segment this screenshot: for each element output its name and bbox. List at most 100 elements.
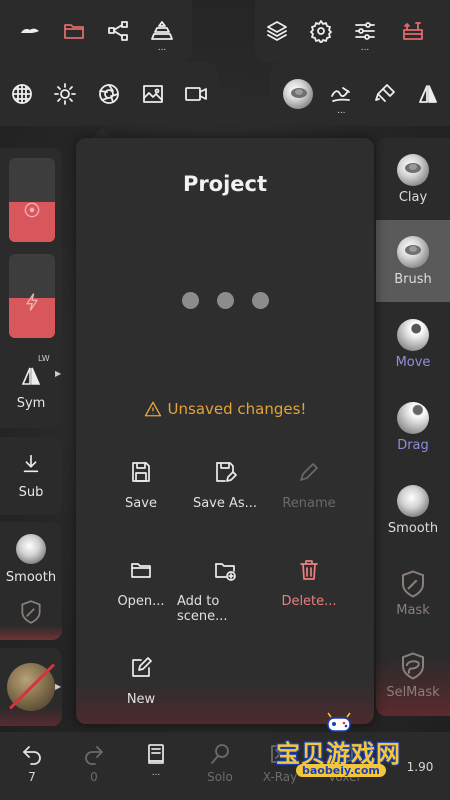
add-to-scene-button[interactable]: Add to scene... <box>177 558 273 624</box>
gamepad-icon <box>327 712 351 732</box>
tool-mask[interactable]: Mask <box>376 552 450 634</box>
folder-plus-icon <box>215 563 236 581</box>
redo-icon <box>85 746 103 765</box>
intensity-slider[interactable] <box>9 254 55 338</box>
new-button[interactable]: New <box>93 656 189 707</box>
tool-column: Clay Brush Move Drag Smooth Mask SelMask <box>376 138 450 716</box>
sym-button[interactable]: LW Sym ▶ <box>0 354 62 420</box>
pencil-icon <box>300 463 318 481</box>
stroke-icon[interactable]: ... <box>320 72 364 116</box>
delete-button[interactable]: Delete... <box>261 558 357 609</box>
settings-icon[interactable] <box>299 9 343 53</box>
tool-clay-label: Clay <box>398 189 428 205</box>
share-icon[interactable] <box>96 9 140 53</box>
save-icon <box>132 462 150 482</box>
warning-icon <box>144 401 161 417</box>
drag-sphere-icon <box>397 401 429 434</box>
material-preview-button[interactable]: ▶ <box>0 648 62 726</box>
tool-drag-label: Drag <box>397 437 429 453</box>
loading-dot <box>251 292 269 309</box>
delete-label: Delete... <box>281 594 337 609</box>
save-label: Save <box>125 496 157 511</box>
clay-sphere-icon <box>397 153 429 186</box>
toolbox-icon[interactable] <box>391 9 435 53</box>
unsaved-warning-text: Unsaved changes! <box>167 400 307 418</box>
save-as-icon <box>216 462 237 482</box>
watermark-url: baobeiy.com <box>296 764 386 777</box>
more-dots: ... <box>157 43 167 53</box>
popup-arrow <box>92 128 112 138</box>
mask-shield-icon <box>402 569 424 598</box>
open-button[interactable]: Open... <box>93 558 189 609</box>
undo-icon <box>23 746 41 765</box>
loading-dot <box>181 292 199 309</box>
top-right-toolbar: ... <box>255 0 450 62</box>
rename-button[interactable]: Rename <box>261 460 357 511</box>
sliders-icon[interactable]: ... <box>343 9 387 53</box>
tool-move[interactable]: Move <box>376 303 450 385</box>
popup-title: Project <box>182 172 268 196</box>
tool-brush[interactable]: Brush <box>376 220 450 302</box>
sym-label: Sym <box>16 396 46 411</box>
sun-icon[interactable] <box>44 72 88 116</box>
redo-count: 0 <box>90 770 98 784</box>
top-left-toolbar: ... <box>0 0 192 62</box>
cloud-icon[interactable] <box>8 9 52 53</box>
solo-button[interactable]: Solo <box>192 742 248 784</box>
tool-clay[interactable]: Clay <box>376 138 450 220</box>
solo-label: Solo <box>207 770 233 784</box>
move-sphere-icon <box>397 318 429 351</box>
bread-icon[interactable]: ... <box>140 9 184 53</box>
loading-dot <box>216 292 234 309</box>
undo-button[interactable]: 7 <box>4 742 60 784</box>
folder-icon[interactable] <box>52 9 96 53</box>
tool-selmask[interactable]: SelMask <box>376 634 450 716</box>
material-sphere-icon[interactable] <box>276 72 320 116</box>
smooth-tool-left[interactable]: Smooth <box>0 522 62 640</box>
open-label: Open... <box>117 594 165 609</box>
new-label: New <box>126 692 156 707</box>
shield-brush-icon <box>21 600 41 624</box>
project-popup: Project Unsaved changes! Save Save As...… <box>76 138 374 724</box>
tool-smooth[interactable]: Smooth <box>376 469 450 551</box>
subdivide-button[interactable]: Sub <box>0 437 62 515</box>
smooth-label: Smooth <box>5 570 57 585</box>
tool-drag[interactable]: Drag <box>376 386 450 468</box>
folder-icon <box>131 563 151 578</box>
sphere-grid-icon[interactable] <box>0 72 44 116</box>
selmask-shield-icon <box>402 651 424 680</box>
more-dots: ... <box>336 106 346 116</box>
sym-badge: LW <box>38 354 50 363</box>
smooth-sphere-icon <box>16 534 46 564</box>
smooth-sphere-icon <box>397 484 429 517</box>
chevron-right-icon: ▶ <box>55 369 62 378</box>
brush-sphere-icon <box>397 235 429 268</box>
redo-button[interactable]: 0 <box>66 742 122 784</box>
image-icon[interactable] <box>131 72 175 116</box>
undo-count: 7 <box>28 770 36 784</box>
radius-slider[interactable] <box>9 158 55 242</box>
add-to-scene-label: Add to scene... <box>177 594 228 624</box>
paint-icon[interactable] <box>363 72 407 116</box>
chevron-right-icon: ▶ <box>55 682 62 691</box>
magnifier-icon <box>211 744 229 764</box>
rename-label: Rename <box>282 496 336 511</box>
tool-smooth-label: Smooth <box>387 520 439 536</box>
unsaved-warning: Unsaved changes! <box>76 400 374 418</box>
aperture-icon[interactable] <box>87 72 131 116</box>
sub-label: Sub <box>18 484 44 500</box>
save-button[interactable]: Save <box>93 460 189 511</box>
tool-move-label: Move <box>395 354 431 370</box>
scene-button[interactable]: ... <box>128 742 184 778</box>
save-as-button[interactable]: Save As... <box>177 460 273 511</box>
more-dots: ... <box>360 43 370 53</box>
tool-mask-label: Mask <box>396 602 430 618</box>
left-control-panel: LW Sym ▶ <box>0 148 62 428</box>
symmetry-icon <box>21 367 41 385</box>
symmetry-icon[interactable] <box>407 72 450 116</box>
loading-indicator <box>76 292 374 309</box>
camera-icon[interactable] <box>174 72 218 116</box>
layers-icon[interactable] <box>255 9 299 53</box>
trash-icon <box>300 560 318 580</box>
tool-brush-label: Brush <box>394 271 432 287</box>
